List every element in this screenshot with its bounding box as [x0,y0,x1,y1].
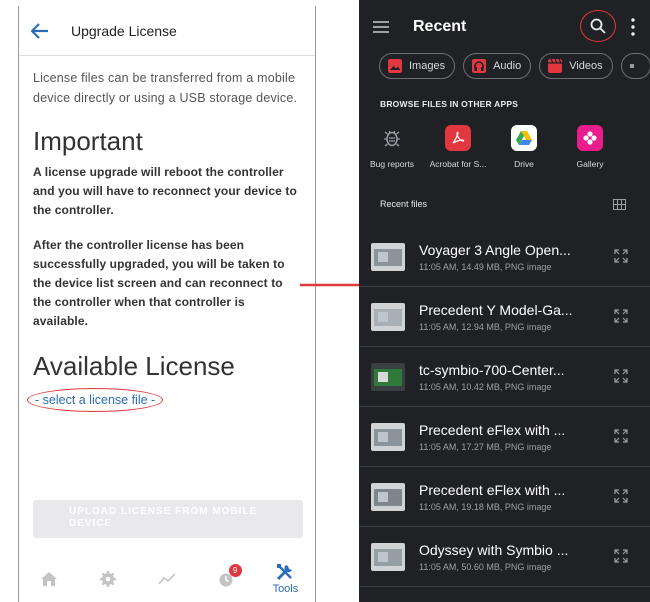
file-name: tc-symbio-700-Center... [419,361,565,378]
chip-videos-label: Videos [569,60,603,72]
image-icon [388,59,402,73]
chip-audio[interactable]: Audio [463,53,532,79]
file-row[interactable]: Odyssey with Symbio ... 11:05 AM, 50.60 … [359,527,650,587]
file-details: 11:05 AM, 10.42 MB, PNG image [419,381,552,392]
picker-app-bar: Recent [359,0,650,54]
file-name: Precedent Y Model-Ga... [419,301,573,318]
nav-trends[interactable] [137,556,196,602]
recent-files-list: Voyager 3 Angle Open... 11:05 AM, 14.49 … [359,227,650,587]
file-row[interactable]: Precedent eFlex with ... 11:05 AM, 19.18… [359,467,650,527]
app-gallery[interactable]: Gallery [557,125,623,177]
app-bug-reports-label: Bug reports [370,159,414,169]
expand-icon[interactable] [614,549,628,563]
chip-audio-label: Audio [493,60,522,72]
available-license-heading: Available License [33,351,235,381]
file-row[interactable]: tc-symbio-700-Center... 11:05 AM, 10.42 … [359,347,650,407]
recent-files-header: Recent files [359,197,650,211]
annotation-oval [27,388,164,412]
chip-images[interactable]: Images [379,53,456,79]
trend-chart-icon [158,573,176,585]
nav-home[interactable] [19,556,78,602]
tools-icon [277,564,293,581]
bottom-nav: 9 Tools [19,556,315,602]
bug-icon [384,130,400,147]
grid-view-icon[interactable] [613,198,626,210]
file-name: Odyssey with Symbio ... [419,541,569,558]
annotation-oval [580,10,616,42]
file-thumbnail [371,482,405,511]
file-details: 11:05 AM, 17.27 MB, PNG image [419,441,552,452]
file-thumbnail [371,422,405,451]
upgrade-license-screen: Upgrade License License files can be tra… [18,6,316,602]
app-acrobat-label: Acrobat for S... [429,159,487,169]
recent-files-label: Recent files [380,199,428,209]
app-bar: Upgrade License [19,6,315,56]
intro-text: License files can be transferred from a … [33,71,298,105]
content: License files can be transferred from a … [19,56,315,412]
acrobat-icon [452,131,465,144]
expand-icon[interactable] [614,309,628,323]
search-button[interactable] [580,10,616,42]
reboot-warning-text: A license upgrade will reboot the contro… [33,165,297,217]
file-details: 11:05 AM, 19.18 MB, PNG image [419,501,552,512]
reconnect-info-text: After the controller license has been su… [33,238,285,328]
file-thumbnail [371,362,405,391]
file-name: Voyager 3 Angle Open... [419,241,571,258]
filter-chips: Images Audio Videos [359,53,650,79]
file-name: Precedent eFlex with ... [419,481,566,498]
screenshot-stage: Upgrade License License files can be tra… [0,0,650,602]
alarm-count-badge: 9 [228,564,242,577]
file-row[interactable]: Precedent eFlex with ... 11:05 AM, 17.27… [359,407,650,467]
expand-icon[interactable] [614,429,628,443]
file-thumbnail [371,242,405,271]
expand-icon[interactable] [614,369,628,383]
app-drive-label: Drive [514,159,534,169]
file-details: 11:05 AM, 12.94 MB, PNG image [419,321,552,332]
nav-settings[interactable] [78,556,137,602]
nav-tools-label: Tools [272,583,299,595]
chip-documents[interactable] [620,53,650,79]
expand-icon[interactable] [614,249,628,263]
select-license-file-link[interactable]: - select a license file - [27,388,164,412]
upload-license-button[interactable]: UPLOAD LICENSE FROM MOBILE DEVICE [33,500,303,538]
file-thumbnail [371,302,405,331]
important-heading: Important [33,126,143,156]
gear-icon [99,571,116,587]
app-shortcuts: Bug reports Acrobat for S... Drive Galle… [359,125,650,177]
picker-title: Recent [413,18,467,35]
app-bug-reports[interactable]: Bug reports [359,125,425,177]
more-vert-icon[interactable] [629,17,637,37]
nav-tools[interactable]: Tools [256,556,315,602]
hamburger-menu-icon[interactable] [373,21,389,33]
chip-images-label: Images [409,60,446,72]
drive-icon [516,131,532,145]
app-acrobat[interactable]: Acrobat for S... [425,125,491,177]
app-drive[interactable]: Drive [491,125,557,177]
browse-apps-heading: BROWSE FILES IN OTHER APPS [380,99,519,109]
document-icon [629,64,634,68]
file-row[interactable]: Precedent Y Model-Ga... 11:05 AM, 12.94 … [359,287,650,347]
chip-videos[interactable]: Videos [539,53,613,79]
file-picker-screen: Recent Images Audio Videos BROWSE FILES … [359,0,650,602]
expand-icon[interactable] [614,489,628,503]
video-icon [548,59,563,73]
file-thumbnail [371,542,405,571]
file-name: Precedent eFlex with ... [419,421,566,438]
file-row[interactable]: Voyager 3 Angle Open... 11:05 AM, 14.49 … [359,227,650,287]
app-gallery-label: Gallery [576,159,604,169]
back-arrow-icon[interactable] [29,20,51,42]
gallery-icon [583,131,597,145]
nav-alarms[interactable]: 9 [197,556,256,602]
audio-icon [472,59,487,73]
page-title: Upgrade License [71,22,177,39]
file-details: 11:05 AM, 14.49 MB, PNG image [419,261,552,272]
file-details: 11:05 AM, 50.60 MB, PNG image [419,561,552,572]
home-icon [40,572,57,586]
